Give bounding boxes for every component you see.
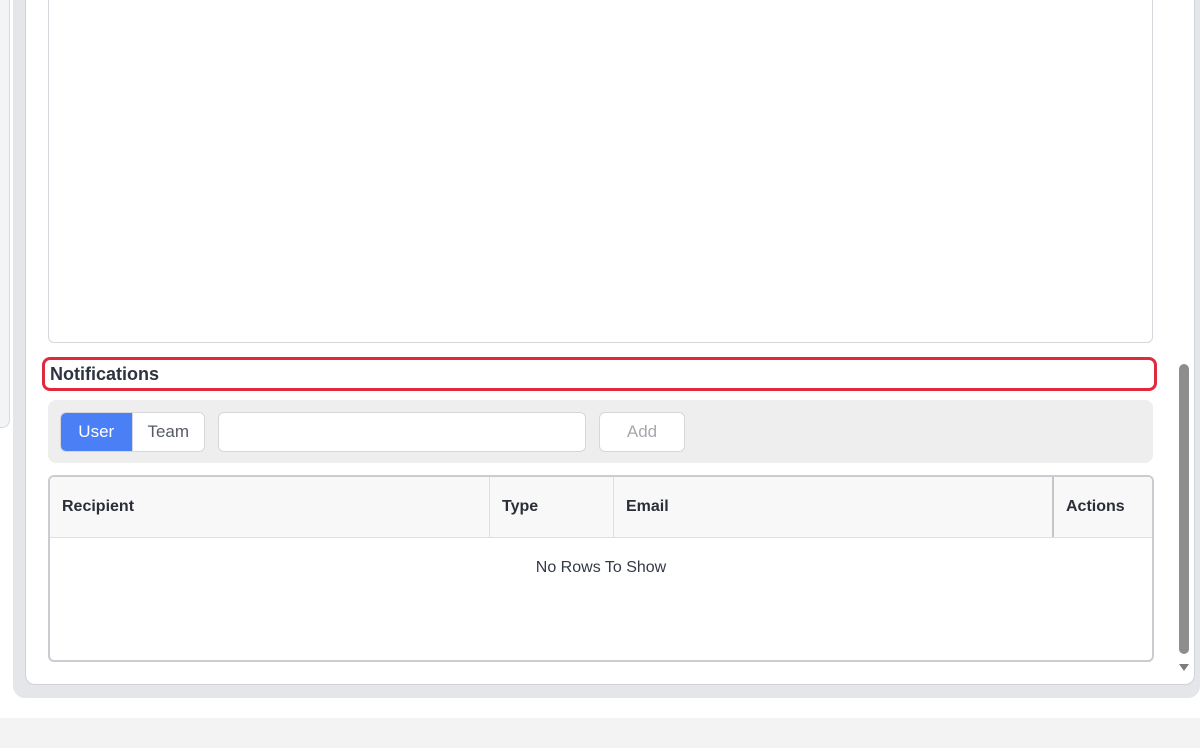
- column-header-actions: Actions: [1066, 498, 1125, 515]
- add-button[interactable]: Add: [599, 412, 685, 452]
- column-header-recipient[interactable]: Recipient: [50, 477, 490, 537]
- notification-toolbar: User Team Add: [48, 400, 1153, 463]
- vertical-scrollbar[interactable]: [1174, 0, 1194, 684]
- recipient-input[interactable]: [218, 412, 586, 452]
- user-toggle-button[interactable]: User: [61, 413, 132, 451]
- notifications-heading: Notifications: [50, 363, 160, 384]
- page: Notifications User Team Add Recipient Ty…: [0, 0, 1200, 748]
- column-header-email[interactable]: Email: [614, 477, 1054, 537]
- notifications-heading-highlight: Notifications: [42, 357, 1157, 391]
- team-toggle-button[interactable]: Team: [131, 413, 204, 451]
- scroll-down-arrow-icon[interactable]: [1179, 664, 1189, 671]
- table-header: Recipient Type Email Actions: [50, 477, 1152, 538]
- left-panel-edge: [0, 0, 10, 428]
- scrollbar-thumb[interactable]: [1179, 364, 1189, 654]
- empty-table-message: No Rows To Show: [535, 559, 667, 576]
- notifications-table: Recipient Type Email Actions No Rows To …: [48, 475, 1154, 662]
- column-header-type[interactable]: Type: [490, 477, 614, 537]
- bottom-band: [0, 718, 1200, 748]
- recipient-type-toggle: User Team: [60, 412, 205, 452]
- description-editor[interactable]: [48, 0, 1153, 343]
